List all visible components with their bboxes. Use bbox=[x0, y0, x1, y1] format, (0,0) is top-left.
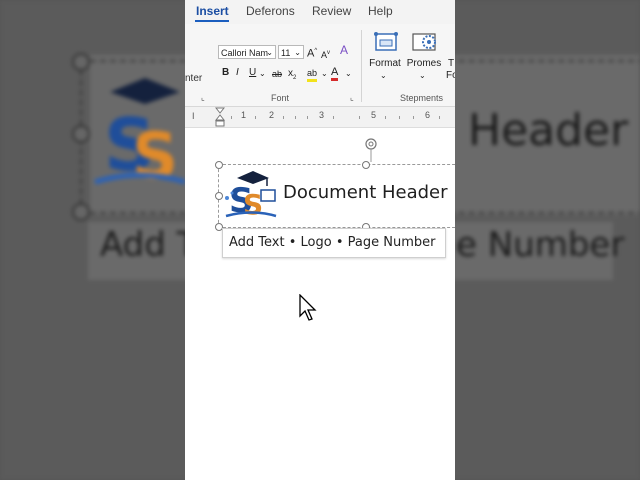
ruler-tick bbox=[359, 116, 360, 119]
ruler-number: 6 bbox=[425, 110, 431, 120]
ribbon-tabs: Insert Deferons Review Help bbox=[185, 0, 455, 24]
ribbon: nter ⌞ Callori Nam ⌄ 11 ⌄ A^ Av A B I U … bbox=[185, 24, 455, 107]
ribbon-separator bbox=[361, 30, 362, 102]
subscript-button[interactable]: x2 bbox=[288, 68, 296, 84]
italic-button[interactable]: I bbox=[236, 67, 239, 79]
mouse-cursor-icon bbox=[299, 294, 317, 321]
clear-format-button[interactable]: A bbox=[340, 44, 348, 56]
ruler-marker: I bbox=[192, 111, 195, 121]
center-label[interactable]: nter bbox=[185, 73, 202, 84]
font-size-select[interactable]: 11 ⌄ bbox=[278, 45, 304, 59]
chevron-down-icon[interactable]: ⌄ bbox=[345, 68, 352, 80]
rotate-handle-icon[interactable] bbox=[363, 137, 379, 163]
fo-label[interactable]: Fo bbox=[446, 70, 455, 81]
tab-review[interactable]: Review bbox=[312, 4, 351, 18]
ruler-tick bbox=[333, 116, 334, 119]
stepments-group-label: Stepments bbox=[400, 93, 444, 103]
bg-handle bbox=[72, 53, 90, 71]
underline-button[interactable]: U bbox=[249, 67, 256, 79]
document-header-title[interactable]: Document Header bbox=[283, 182, 448, 203]
promes-button[interactable]: Promes ⌄ bbox=[405, 28, 441, 84]
ruler-tick bbox=[413, 116, 414, 119]
tab-help[interactable]: Help bbox=[368, 4, 393, 18]
chevron-down-icon[interactable]: ⌄ bbox=[321, 68, 328, 80]
ruler-tick bbox=[295, 116, 296, 119]
font-color-button[interactable]: A bbox=[331, 66, 339, 81]
bold-button[interactable]: B bbox=[222, 67, 229, 79]
launcher-icon[interactable]: ⌞ bbox=[201, 93, 205, 102]
strikethrough-button[interactable]: ab bbox=[272, 68, 282, 80]
promes-label: Promes bbox=[406, 58, 442, 69]
ruler-number: 3 bbox=[319, 110, 325, 120]
bg-add-text: Add T bbox=[100, 225, 198, 265]
svg-text:S: S bbox=[243, 188, 263, 221]
chevron-down-icon: ⌄ bbox=[380, 71, 387, 80]
highlight-button[interactable]: ab bbox=[307, 67, 318, 82]
gear-icon bbox=[412, 33, 436, 51]
word-window: Insert Deferons Review Help nter ⌞ Callo… bbox=[185, 0, 455, 480]
resize-handle[interactable] bbox=[215, 192, 223, 200]
indent-marker-icon[interactable] bbox=[215, 107, 225, 127]
ruler-tick bbox=[439, 116, 440, 119]
format-icon bbox=[374, 32, 398, 51]
bg-logo-icon: S S bbox=[94, 78, 186, 190]
document-page[interactable]: S S Document Header Add Text • Logo • Pa… bbox=[185, 128, 455, 480]
ruler-tick bbox=[385, 116, 386, 119]
font-size-value: 11 bbox=[281, 48, 291, 58]
ruler-tick bbox=[231, 116, 232, 119]
bg-handle bbox=[72, 203, 90, 221]
chevron-down-icon: ⌄ bbox=[294, 48, 301, 57]
bg-number-text: e Number bbox=[456, 225, 625, 265]
ruler-number: 1 bbox=[241, 110, 247, 120]
resize-handle[interactable] bbox=[215, 161, 223, 169]
ruler[interactable]: I 1 2 3 5 6 bbox=[185, 107, 455, 128]
ruler-tick bbox=[283, 116, 284, 119]
chevron-down-icon: ⌄ bbox=[419, 71, 426, 80]
bg-handle bbox=[72, 125, 90, 143]
resize-handle[interactable] bbox=[362, 161, 370, 169]
shrink-font-button[interactable]: Av bbox=[321, 47, 330, 61]
ruler-tick bbox=[399, 116, 400, 119]
font-name-select[interactable]: Callori Nam ⌄ bbox=[218, 45, 276, 59]
tab-deferons[interactable]: Deferons bbox=[246, 4, 295, 18]
grow-font-button[interactable]: A^ bbox=[307, 45, 317, 60]
font-group-label: Font bbox=[271, 93, 290, 103]
ruler-number: 2 bbox=[269, 110, 275, 120]
chevron-down-icon[interactable]: ⌄ bbox=[259, 68, 266, 80]
format-button[interactable]: Format ⌄ bbox=[366, 28, 402, 84]
format-label: Format bbox=[369, 58, 401, 69]
bg-header-text: Header bbox=[468, 105, 629, 156]
header-subtitle-text: Add Text • Logo • Page Number bbox=[229, 235, 436, 250]
header-subtitle-box[interactable]: Add Text • Logo • Page Number bbox=[222, 228, 446, 258]
ruler-number: 5 bbox=[371, 110, 377, 120]
chevron-down-icon: ⌄ bbox=[266, 48, 273, 57]
t-label[interactable]: T bbox=[448, 58, 454, 69]
launcher-icon[interactable]: ⌞ bbox=[350, 93, 354, 102]
ruler-tick bbox=[307, 116, 308, 119]
active-tab-indicator bbox=[195, 20, 229, 22]
font-name-value: Callori Nam bbox=[221, 48, 269, 58]
ruler-tick bbox=[255, 116, 256, 119]
logo-icon[interactable]: S S bbox=[223, 168, 279, 222]
tab-insert[interactable]: Insert bbox=[196, 4, 229, 18]
